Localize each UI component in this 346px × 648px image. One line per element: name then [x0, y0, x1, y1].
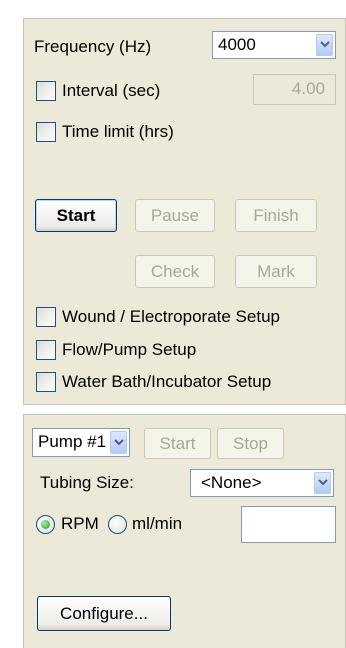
tubing-size-select-value: <None> [201, 473, 262, 492]
interval-label: Interval (sec) [62, 81, 161, 100]
ml-min-radio[interactable] [108, 515, 127, 534]
start-button[interactable]: Start [35, 199, 117, 232]
time-limit-checkbox[interactable] [36, 122, 56, 142]
flow-pump-setup-checkbox[interactable] [36, 340, 56, 360]
wound-electroporate-setup-checkbox[interactable] [36, 307, 56, 327]
tubing-size-select[interactable]: <None> [190, 469, 334, 497]
pump-stop-button[interactable]: Stop [217, 428, 284, 459]
time-limit-label: Time limit (hrs) [62, 122, 174, 141]
frequency-select-value: 4000 [218, 35, 256, 54]
radio-selected-dot [41, 520, 50, 529]
pump-select-value: Pump #1 [38, 432, 107, 451]
configure-button[interactable]: Configure... [37, 596, 171, 631]
rate-input[interactable] [241, 506, 336, 543]
tubing-size-label: Tubing Size: [40, 473, 134, 492]
finish-button-label: Finish [253, 206, 299, 225]
pause-button[interactable]: Pause [135, 199, 215, 232]
recording-panel: Frequency (Hz) 4000 Interval (sec) 4.00 … [23, 18, 346, 405]
pump-start-button-label: Start [159, 434, 196, 453]
pump-select[interactable]: Pump #1 [32, 428, 130, 457]
start-button-label: Start [56, 206, 96, 225]
chevron-down-icon[interactable] [316, 34, 333, 56]
flow-pump-setup-label: Flow/Pump Setup [62, 340, 197, 359]
check-button[interactable]: Check [135, 255, 215, 288]
check-button-label: Check [150, 262, 200, 281]
pause-button-label: Pause [150, 206, 200, 225]
mark-button[interactable]: Mark [235, 255, 317, 288]
frequency-select[interactable]: 4000 [212, 31, 336, 59]
water-bath-incubator-setup-checkbox[interactable] [36, 372, 56, 392]
chevron-down-icon[interactable] [110, 431, 127, 454]
finish-button[interactable]: Finish [235, 199, 317, 232]
mark-button-label: Mark [257, 262, 295, 281]
chevron-down-icon[interactable] [314, 472, 331, 494]
interval-field-value: 4.00 [291, 79, 325, 98]
pump-stop-button-label: Stop [233, 434, 268, 453]
water-bath-incubator-setup-label: Water Bath/Incubator Setup [62, 372, 272, 391]
wound-electroporate-setup-label: Wound / Electroporate Setup [62, 307, 280, 326]
pump-panel: Pump #1 Start Stop Tubing Size: <None> R… [23, 414, 346, 648]
pump-start-button[interactable]: Start [144, 428, 211, 459]
frequency-label: Frequency (Hz) [34, 37, 152, 56]
rpm-radio[interactable] [36, 515, 55, 534]
configure-button-label: Configure... [60, 604, 148, 623]
rpm-label: RPM [61, 514, 99, 533]
interval-checkbox[interactable] [36, 81, 56, 101]
ml-min-label: ml/min [132, 514, 183, 533]
interval-field[interactable]: 4.00 [253, 74, 336, 105]
